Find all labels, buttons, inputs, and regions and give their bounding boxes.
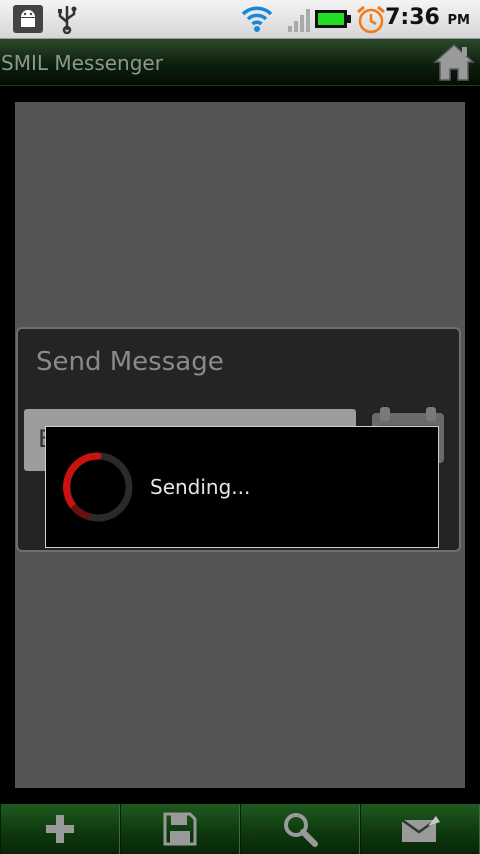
home-icon[interactable] [432,41,476,83]
app-title: SMIL Messenger [1,51,163,75]
add-button[interactable] [0,804,120,854]
wifi-icon [240,4,274,38]
status-bar: 7:36 PM [0,0,480,39]
android-debug-icon [12,4,44,38]
save-button[interactable] [120,804,240,854]
clock-time: 7:36 [385,5,440,30]
usb-icon [54,4,80,38]
clock: 7:36 PM [385,5,470,30]
clock-ampm: PM [447,13,470,28]
alarm-icon [355,4,387,40]
signal-icon [286,4,312,38]
search-button[interactable] [240,804,360,854]
bottom-toolbar [0,804,480,854]
send-mail-button[interactable] [360,804,480,854]
spinner-icon [60,449,136,525]
dialog-title: Send Message [36,347,224,377]
title-bar: SMIL Messenger [0,39,480,86]
progress-dialog: Sending... [45,426,439,548]
progress-message: Sending... [150,475,251,499]
battery-icon [314,4,352,38]
